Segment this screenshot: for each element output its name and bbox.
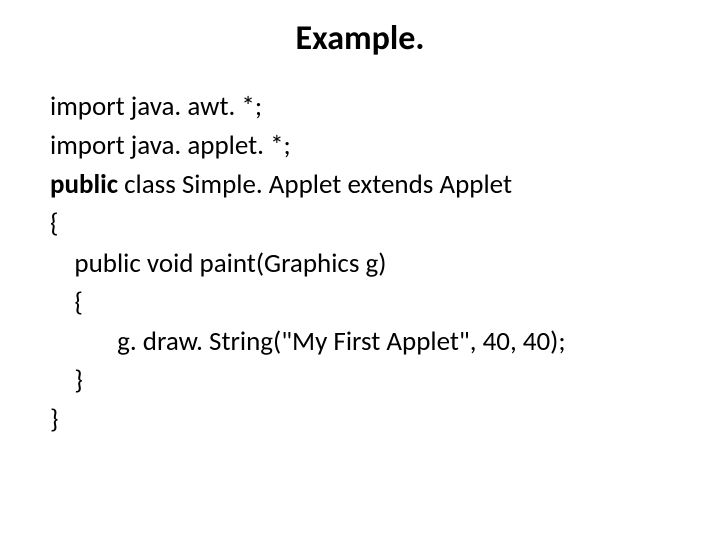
code-block: import java. awt. *; import java. applet… bbox=[50, 87, 670, 439]
code-line-7: g. draw. String("My First Applet", 40, 4… bbox=[50, 325, 566, 358]
code-line-8: } bbox=[50, 364, 83, 397]
code-line-9: } bbox=[50, 403, 59, 436]
code-line-6: { bbox=[50, 286, 83, 319]
code-line-4: { bbox=[50, 207, 59, 240]
code-line-3-rest: class Simple. Applet extends Applet bbox=[118, 168, 512, 201]
code-line-1: import java. awt. *; bbox=[50, 90, 262, 123]
code-line-2: import java. applet. *; bbox=[50, 129, 291, 162]
slide: Example. import java. awt. *; import jav… bbox=[0, 0, 720, 540]
code-line-5: public void paint(Graphics g) bbox=[50, 247, 386, 280]
slide-title: Example. bbox=[50, 18, 670, 59]
keyword-public: public bbox=[50, 168, 118, 201]
